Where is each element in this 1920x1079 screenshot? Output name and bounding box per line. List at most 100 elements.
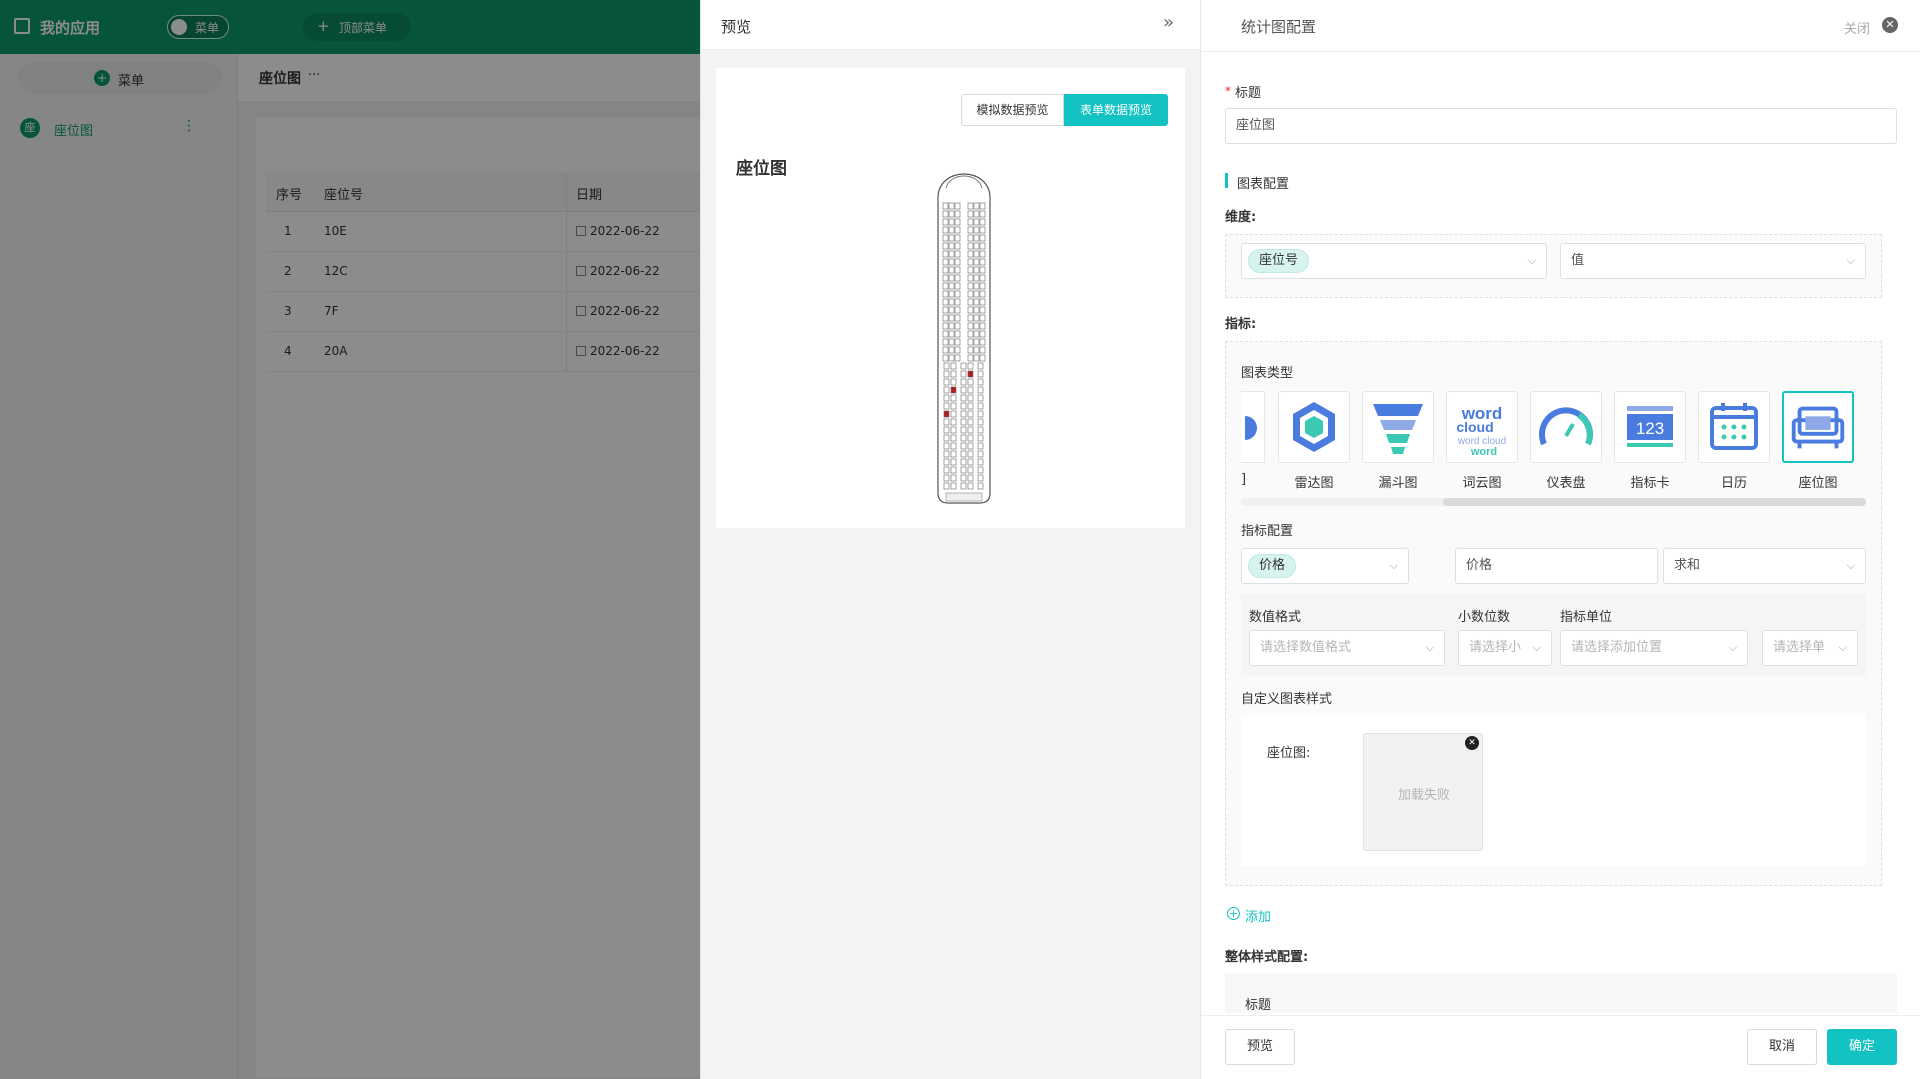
overall-style-box: [1225, 973, 1897, 1013]
preview-tab-mock[interactable]: 模拟数据预览: [961, 94, 1064, 126]
seat: [977, 442, 984, 450]
double-chevron-right-icon[interactable]: »: [1163, 12, 1174, 33]
cancel-button[interactable]: 取消: [1747, 1029, 1817, 1065]
chart-type-gauge[interactable]: [1530, 391, 1602, 463]
num-format-select[interactable]: 请选择数值格式 ⌵: [1249, 630, 1445, 666]
metric-agg-select[interactable]: 求和 ⌵: [1663, 548, 1866, 584]
chart-type-kpi-card[interactable]: 123: [1614, 391, 1686, 463]
modal-overlay[interactable]: [0, 0, 700, 1079]
preview-chart-title: 座位图: [736, 159, 787, 179]
galley: [945, 492, 983, 502]
carousel-scrollbar-thumb[interactable]: [1443, 498, 1866, 506]
preview-panel: 预览 » 模拟数据预览 表单数据预览 座位图: [700, 0, 1201, 1079]
seat: [943, 426, 950, 434]
seat: [954, 202, 961, 210]
seat: [948, 346, 955, 354]
confirm-button[interactable]: 确定: [1827, 1029, 1897, 1065]
seat: [967, 218, 974, 226]
seat: [960, 418, 967, 426]
title-input[interactable]: 座位图: [1225, 108, 1897, 144]
seat: [948, 242, 955, 250]
seat: [942, 306, 949, 314]
seat: [948, 306, 955, 314]
seat: [950, 482, 957, 490]
seat: [960, 362, 967, 370]
dimension-value-select[interactable]: 值 ⌵: [1560, 243, 1866, 279]
seat: [960, 426, 967, 434]
unit-select[interactable]: 请选择单 ⌵: [1762, 630, 1858, 666]
seat: [943, 450, 950, 458]
chart-type-wordcloud[interactable]: word cloud word cloud word: [1446, 391, 1518, 463]
seat: [977, 410, 984, 418]
seat: [967, 290, 974, 298]
overall-style-label: 整体样式配置:: [1225, 950, 1309, 965]
preview-button[interactable]: 预览: [1225, 1029, 1295, 1065]
decimals-label: 小数位数: [1458, 610, 1511, 625]
seat: [979, 250, 986, 258]
seat: [967, 234, 974, 242]
seat: [954, 226, 961, 234]
seat: [948, 202, 955, 210]
custom-style-box: [1241, 715, 1866, 866]
seat: [979, 322, 986, 330]
chart-type-kpi-card-label: 指标卡: [1630, 476, 1670, 491]
seat: [973, 298, 980, 306]
seat: [950, 458, 957, 466]
preview-tab-form[interactable]: 表单数据预览: [1064, 94, 1168, 126]
seat: [967, 378, 974, 386]
svg-text:cloud: cloud: [1456, 419, 1493, 435]
seat: [977, 362, 984, 370]
seat: [973, 242, 980, 250]
gauge-icon: [1539, 407, 1593, 446]
dimension-select[interactable]: 座位号 ⌵: [1241, 243, 1547, 279]
seat: [973, 330, 980, 338]
seat: [942, 290, 949, 298]
seat: [967, 274, 974, 282]
seat: [943, 386, 950, 394]
seat: [942, 258, 949, 266]
seat: [967, 418, 974, 426]
required-star: *: [1225, 84, 1231, 98]
close-icon[interactable]: ✕: [1882, 17, 1898, 33]
seat: [954, 266, 961, 274]
seat: [950, 394, 957, 402]
chart-type-radar[interactable]: [1278, 391, 1350, 463]
remove-image-icon[interactable]: ✕: [1465, 736, 1479, 750]
chart-type-calendar[interactable]: [1698, 391, 1770, 463]
seat: [942, 330, 949, 338]
seat: [977, 370, 984, 378]
decimals-select[interactable]: 请选择小 ⌵: [1458, 630, 1552, 666]
seat: [973, 234, 980, 242]
config-title: 统计图配置: [1241, 18, 1317, 36]
metric-name-input[interactable]: 价格: [1455, 548, 1658, 584]
seat: [973, 266, 980, 274]
seat-image-upload[interactable]: 加载失败: [1363, 733, 1483, 851]
seat: [954, 330, 961, 338]
chevron-down-icon: ⌵: [1389, 559, 1398, 572]
chart-type-seat-map[interactable]: [1782, 391, 1854, 463]
config-header: 统计图配置 关闭 ✕: [1201, 0, 1920, 52]
title-label: 标题: [1235, 86, 1262, 101]
seat: [943, 482, 950, 490]
seat: [977, 434, 984, 442]
seat: [973, 290, 980, 298]
seat: [967, 322, 974, 330]
seat: [973, 354, 980, 362]
seat: [977, 450, 984, 458]
add-link[interactable]: 添加: [1245, 906, 1271, 925]
seat: [943, 394, 950, 402]
metric-field-select[interactable]: 价格 ⌵: [1241, 548, 1409, 584]
metric-config-label: 指标配置: [1241, 524, 1294, 539]
unit-position-placeholder: 请选择添加位置: [1571, 640, 1663, 655]
seat: [950, 442, 957, 450]
add-circle-icon[interactable]: +: [1227, 907, 1240, 920]
seat: [960, 402, 967, 410]
unit-position-select[interactable]: 请选择添加位置 ⌵: [1560, 630, 1748, 666]
metric-agg-value: 求和: [1674, 558, 1701, 573]
seat: [967, 242, 974, 250]
num-format-placeholder: 请选择数值格式: [1260, 640, 1352, 655]
chart-type-funnel[interactable]: [1362, 391, 1434, 463]
seat: [973, 218, 980, 226]
close-label[interactable]: 关闭: [1844, 18, 1870, 37]
partial-chart-type-card[interactable]: [1241, 391, 1265, 463]
